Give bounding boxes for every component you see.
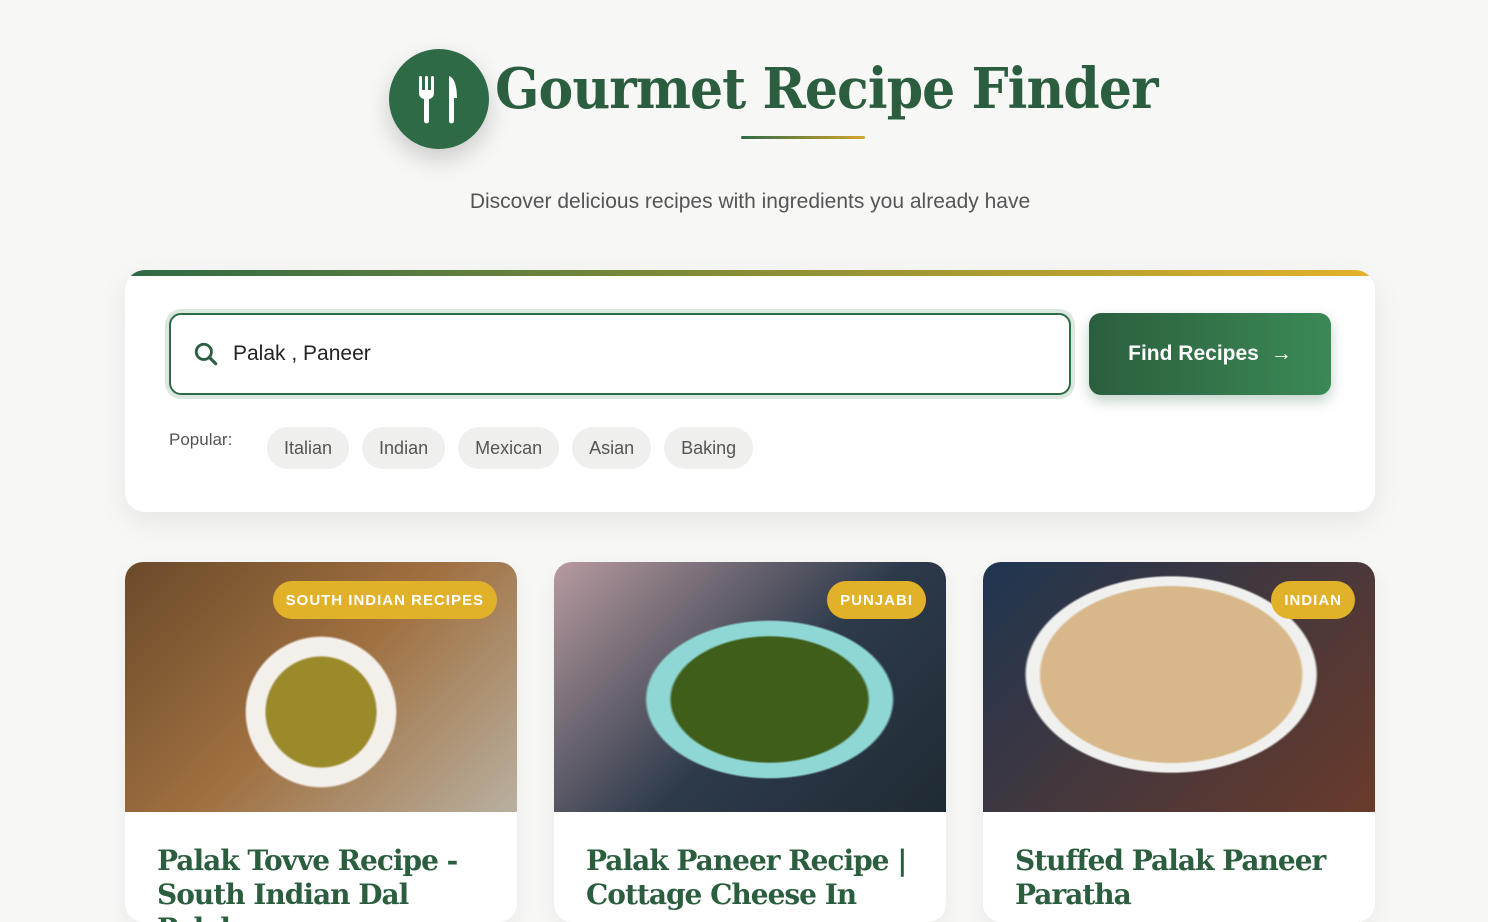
logo-fork-knife-icon <box>389 49 489 149</box>
search-box[interactable] <box>169 313 1071 395</box>
recipe-title[interactable]: Stuffed Palak Paneer Paratha <box>1015 844 1355 912</box>
popular-label: Popular: <box>169 430 233 449</box>
cuisine-badge: SOUTH INDIAN RECIPES <box>272 581 497 619</box>
recipe-title[interactable]: Palak Paneer Recipe | Cottage Cheese In <box>586 844 926 912</box>
recipe-card[interactable]: PUNJABI Palak Paneer Recipe | Cottage Ch… <box>554 562 946 922</box>
cuisine-badge: PUNJABI <box>827 581 926 619</box>
find-recipes-label: Find Recipes <box>1128 342 1259 365</box>
chip-asian[interactable]: Asian <box>572 427 652 469</box>
search-icon <box>194 342 218 366</box>
recipe-card[interactable]: SOUTH INDIAN RECIPES Palak Tovve Recipe … <box>125 562 517 922</box>
search-panel: Find Recipes → Popular: Italian Indian Me… <box>125 270 1375 512</box>
recipe-card[interactable]: INDIAN Stuffed Palak Paneer Paratha <box>983 562 1375 922</box>
chip-italian[interactable]: Italian <box>267 427 350 469</box>
chip-baking[interactable]: Baking <box>664 427 754 469</box>
chip-indian[interactable]: Indian <box>362 427 446 469</box>
chip-mexican[interactable]: Mexican <box>458 427 560 469</box>
title-underline <box>741 136 865 139</box>
arrow-right-icon: → <box>1270 342 1292 365</box>
ingredients-input[interactable] <box>233 342 1033 366</box>
cuisine-badge: INDIAN <box>1271 581 1355 619</box>
recipe-title[interactable]: Palak Tovve Recipe - South Indian Dal Pa… <box>157 844 497 922</box>
find-recipes-button[interactable]: Find Recipes → <box>1089 313 1331 395</box>
page-subtitle: Discover delicious recipes with ingredie… <box>469 190 1031 213</box>
page-title: Gourmet Recipe Finder <box>495 56 1159 122</box>
